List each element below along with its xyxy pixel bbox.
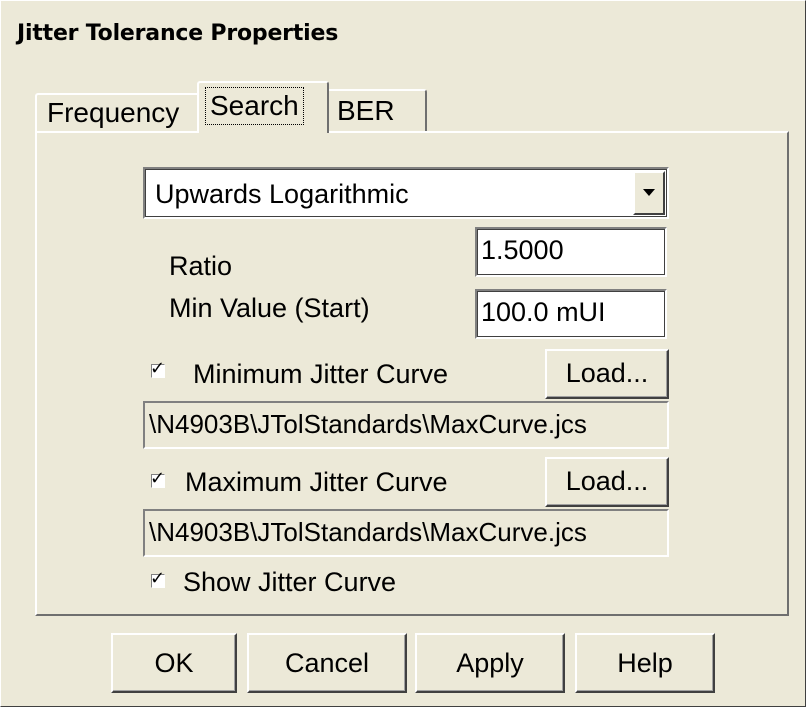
show-jitter-curve-checkbox[interactable]: ✓ bbox=[150, 568, 165, 589]
search-mode-dropdown[interactable]: Upwards Logarithmic bbox=[143, 167, 669, 219]
ratio-input[interactable]: 1.5000 bbox=[475, 227, 667, 277]
tab-ber-label: BER bbox=[337, 95, 395, 126]
checkmark-icon: ✓ bbox=[150, 568, 166, 589]
min-value-value: 100.0 mUI bbox=[481, 297, 606, 327]
tab-frequency-label: Frequency bbox=[47, 97, 180, 128]
load-minimum-curve-button[interactable]: Load... bbox=[545, 349, 669, 399]
search-mode-value: Upwards Logarithmic bbox=[155, 179, 409, 209]
maximum-jitter-curve-checkbox[interactable]: ✓ bbox=[150, 468, 165, 489]
minimum-jitter-curve-checkbox[interactable]: ✓ bbox=[150, 358, 165, 379]
checkmark-icon: ✓ bbox=[150, 468, 166, 489]
title-bar[interactable]: Jitter Tolerance Properties bbox=[3, 3, 803, 63]
tab-frequency[interactable]: Frequency bbox=[35, 93, 203, 131]
tab-ber[interactable]: BER bbox=[325, 89, 427, 131]
help-button[interactable]: Help bbox=[575, 633, 715, 693]
tab-search[interactable]: Search bbox=[197, 81, 329, 133]
ok-button[interactable]: OK bbox=[111, 633, 237, 693]
cancel-button[interactable]: Cancel bbox=[247, 633, 407, 693]
maximum-curve-path: \N4903B\JTolStandards\MaxCurve.jcs bbox=[143, 509, 669, 557]
apply-button[interactable]: Apply bbox=[415, 633, 565, 693]
ratio-value: 1.5000 bbox=[481, 235, 564, 265]
load-maximum-curve-button[interactable]: Load... bbox=[545, 457, 669, 507]
dropdown-arrow-button[interactable] bbox=[633, 171, 665, 215]
tab-search-label: Search bbox=[205, 87, 304, 125]
window-title: Jitter Tolerance Properties bbox=[17, 21, 339, 46]
maximum-jitter-curve-label[interactable]: Maximum Jitter Curve bbox=[185, 467, 448, 498]
dialog-window: Jitter Tolerance Properties Frequency BE… bbox=[0, 0, 806, 707]
ratio-label: Ratio bbox=[169, 251, 233, 281]
min-value-input[interactable]: 100.0 mUI bbox=[475, 289, 667, 339]
chevron-down-icon bbox=[643, 189, 655, 196]
min-value-label: Min Value (Start) bbox=[169, 293, 370, 323]
minimum-curve-path: \N4903B\JTolStandards\MaxCurve.jcs bbox=[143, 401, 669, 449]
minimum-jitter-curve-label[interactable]: Minimum Jitter Curve bbox=[193, 359, 448, 390]
show-jitter-curve-label[interactable]: Show Jitter Curve bbox=[183, 567, 396, 598]
checkmark-icon: ✓ bbox=[150, 358, 166, 379]
